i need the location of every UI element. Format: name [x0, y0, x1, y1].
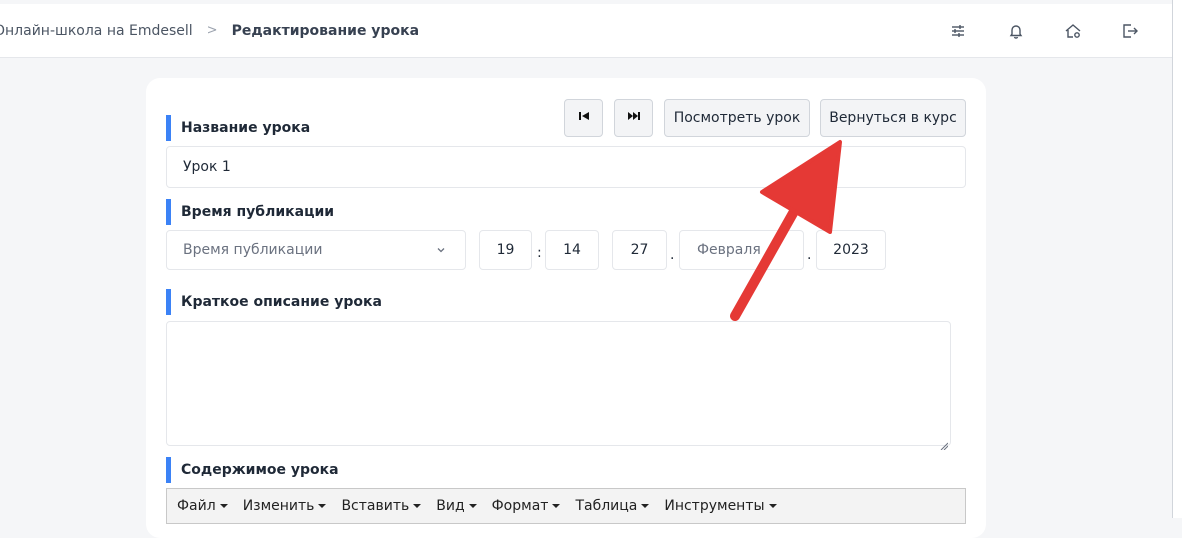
window-edge-line — [1172, 0, 1173, 518]
year-value: 2023 — [833, 242, 869, 258]
sliders-icon[interactable] — [948, 21, 968, 41]
window-edge — [1172, 0, 1182, 518]
menu-insert[interactable]: Вставить — [341, 498, 422, 514]
menu-tools[interactable]: Инструменты — [664, 498, 777, 514]
publish-time-label: Время публикации — [166, 199, 334, 225]
breadcrumb-separator: > — [206, 23, 218, 38]
date-separator-2: . — [807, 247, 812, 263]
editor-menubar: Файл Изменить Вставить Вид Формат Таблиц… — [166, 488, 966, 524]
logout-icon[interactable] — [1120, 21, 1140, 41]
menu-table[interactable]: Таблица — [575, 498, 650, 514]
lesson-title-label: Название урока — [166, 115, 310, 141]
publish-time-placeholder: Время публикации — [183, 242, 323, 258]
menu-file[interactable]: Файл — [177, 498, 228, 514]
bell-icon[interactable] — [1006, 21, 1026, 41]
resize-handle-icon[interactable] — [940, 435, 949, 451]
prev-lesson-button[interactable] — [564, 99, 603, 137]
top-bar: Онлайн-школа на Emdesell > Редактировани… — [0, 4, 1172, 58]
menu-view[interactable]: Вид — [436, 498, 477, 514]
day-input[interactable]: 27 — [612, 230, 667, 270]
minute-value: 14 — [563, 242, 581, 258]
lesson-title-value: Урок 1 — [183, 159, 231, 175]
skip-previous-icon — [577, 109, 591, 127]
back-to-course-button[interactable]: Вернуться в курс — [820, 99, 966, 137]
chevron-down-icon — [435, 244, 447, 260]
lesson-title-input[interactable]: Урок 1 — [166, 146, 966, 188]
home-settings-icon[interactable] — [1063, 21, 1083, 41]
year-input[interactable]: 2023 — [816, 230, 886, 270]
description-textarea[interactable] — [166, 321, 951, 451]
day-value: 27 — [630, 242, 649, 258]
minute-input[interactable]: 14 — [545, 230, 599, 270]
next-lesson-button[interactable] — [614, 99, 653, 137]
breadcrumb-current: Редактирование урока — [231, 22, 420, 39]
time-separator: : — [537, 245, 542, 261]
content-label: Содержимое урока — [166, 457, 339, 483]
hour-value: 19 — [496, 242, 515, 258]
description-label: Краткое описание урока — [166, 289, 382, 315]
breadcrumb-parent-link[interactable]: Онлайн-школа на Emdesell — [0, 23, 193, 39]
menu-edit[interactable]: Изменить — [243, 498, 327, 514]
hour-input[interactable]: 19 — [479, 230, 532, 270]
menu-format[interactable]: Формат — [492, 498, 561, 514]
month-select[interactable]: Февраля — [679, 230, 804, 270]
breadcrumb: Онлайн-школа на Emdesell > Редактировани… — [0, 4, 419, 57]
skip-next-icon — [627, 109, 641, 127]
publish-time-select[interactable]: Время публикации — [166, 230, 466, 270]
date-separator-1: . — [670, 247, 675, 263]
view-lesson-button[interactable]: Посмотреть урок — [664, 99, 810, 137]
month-placeholder: Февраля — [697, 242, 761, 258]
